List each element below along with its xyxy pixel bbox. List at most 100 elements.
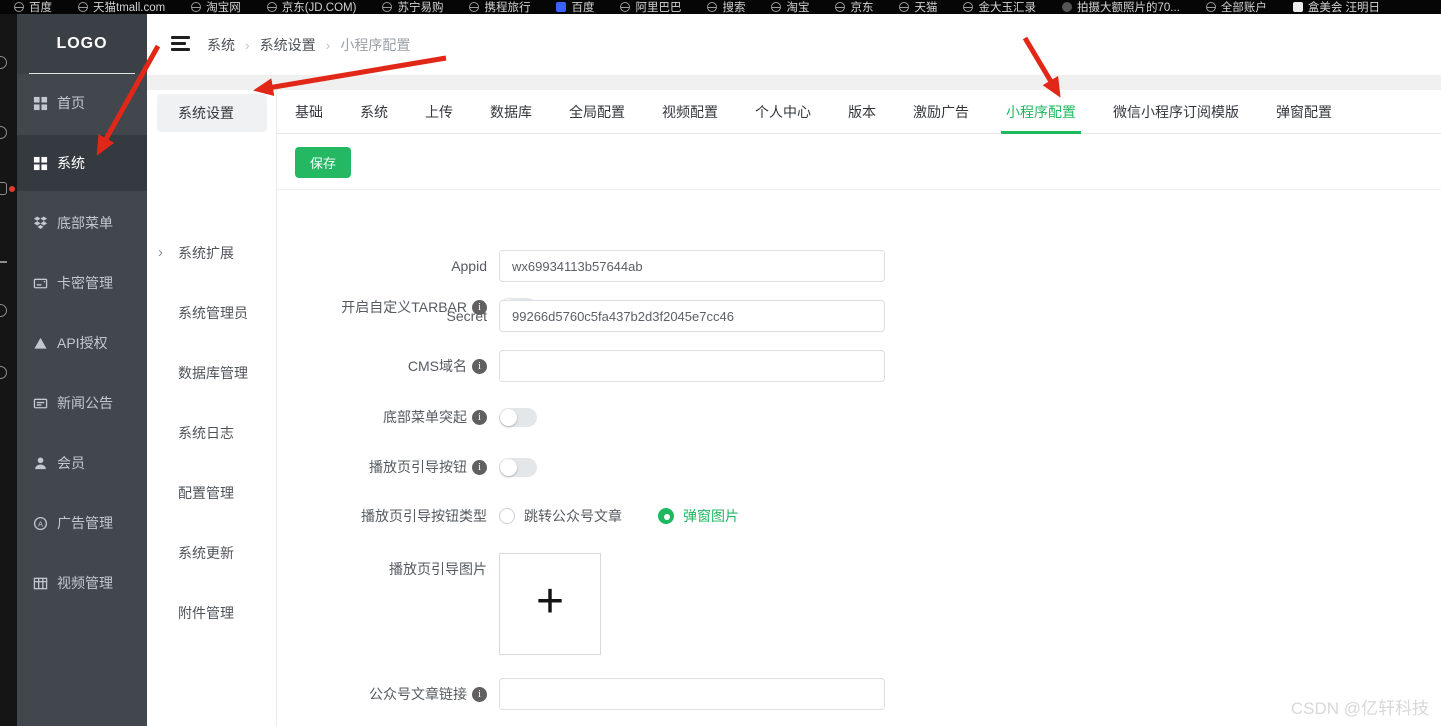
upload-image-box[interactable]: + xyxy=(499,553,601,655)
tab-wechat-subscribe-template[interactable]: 微信小程序订阅模版 xyxy=(1113,90,1239,134)
tab-system[interactable]: 系统 xyxy=(360,90,388,134)
bookmark-item[interactable]: 搜索 xyxy=(707,0,745,14)
sidebar-item-label: 卡密管理 xyxy=(57,275,113,291)
submenu-item-system-settings[interactable]: 系统设置 xyxy=(157,94,267,132)
tab-popup-config[interactable]: 弹窗配置 xyxy=(1276,90,1332,134)
bookmark-label: 京东(JD.COM) xyxy=(281,2,357,14)
tab-database[interactable]: 数据库 xyxy=(490,90,532,134)
radio-popup-image[interactable] xyxy=(658,508,674,524)
bookmark-item[interactable]: 淘宝 xyxy=(771,0,809,14)
bookmark-item[interactable]: 淘宝网 xyxy=(191,0,241,14)
breadcrumb: 系统 › 系统设置 › 小程序配置 xyxy=(207,35,410,55)
plus-icon: + xyxy=(535,575,565,628)
radio-jump-article[interactable] xyxy=(499,508,515,524)
sidebar-item-label: 会员 xyxy=(57,455,85,471)
bookmark-item[interactable]: 携程旅行 xyxy=(469,0,530,14)
bookmark-item[interactable]: 百度 xyxy=(556,0,594,14)
bookmark-item[interactable]: 苏宁易购 xyxy=(382,0,443,14)
sidebar-item-api-auth[interactable]: API授权 xyxy=(17,315,147,371)
globe-icon xyxy=(771,2,782,12)
sidebar-item-label: 视频管理 xyxy=(57,575,113,591)
bookmark-item[interactable]: 阿里巴巴 xyxy=(620,0,681,14)
tab-upload[interactable]: 上传 xyxy=(425,90,453,134)
bookmark-label: 全部账户 xyxy=(1220,2,1267,14)
sidebar-item-home[interactable]: 首页 xyxy=(17,75,147,131)
admin-page: 百度 天猫tmall.com 淘宝网 京东(JD.COM) 苏宁易购 携程旅行 … xyxy=(0,0,1441,726)
app-logo: LOGO xyxy=(17,14,147,74)
form-row: Appid xyxy=(277,250,885,282)
bookmark-item[interactable]: 盒美会 汪明日 xyxy=(1292,0,1381,14)
sidebar-item-card-keys[interactable]: 卡密管理 xyxy=(17,255,147,311)
bookmark-label: 淘宝网 xyxy=(206,2,241,14)
submenu-item-attachments[interactable]: 附件管理 xyxy=(147,603,276,623)
submenu-item-system-extension[interactable]: › 系统扩展 xyxy=(147,243,276,263)
article-link-field[interactable] xyxy=(499,678,885,710)
bookmark-label: 盒美会 汪明日 xyxy=(1307,2,1381,14)
sidebar-item-label: 首页 xyxy=(57,95,85,111)
bookmark-item[interactable]: 天猫tmall.com xyxy=(78,0,165,14)
tab-reward-ads[interactable]: 激励广告 xyxy=(913,90,969,134)
sidebar-item-label: 底部菜单 xyxy=(57,215,113,231)
breadcrumb-system[interactable]: 系统 xyxy=(207,35,235,55)
form-row: 底部菜单突起 xyxy=(277,406,537,428)
tab-basic[interactable]: 基础 xyxy=(295,90,323,134)
submenu-item-system-logs[interactable]: 系统日志 xyxy=(147,423,276,443)
edge-strip xyxy=(0,14,17,726)
tab-video-config[interactable]: 视频配置 xyxy=(662,90,718,134)
sidebar-item-bottom-menu[interactable]: 底部菜单 xyxy=(17,195,147,251)
bookmark-label: 淘宝 xyxy=(786,2,810,14)
field-label: CMS域名 xyxy=(407,358,467,374)
tab-profile[interactable]: 个人中心 xyxy=(755,90,811,134)
form-row: 播放页引导按钮类型 跳转公众号文章 弹窗图片 xyxy=(277,507,739,525)
bookmark-item[interactable]: 金大玉汇录 xyxy=(963,0,1036,14)
tab-global-config[interactable]: 全局配置 xyxy=(569,90,625,134)
breadcrumb-separator: › xyxy=(245,37,250,53)
appid-field[interactable] xyxy=(499,250,885,282)
sidebar-item-label: 系统 xyxy=(57,155,85,171)
submenu-item-system-update[interactable]: 系统更新 xyxy=(147,543,276,563)
info-icon[interactable] xyxy=(472,409,487,425)
breadcrumb-current: 小程序配置 xyxy=(340,37,411,53)
info-icon[interactable] xyxy=(472,459,487,475)
play-guide-button-toggle[interactable] xyxy=(499,457,537,477)
bookmark-item[interactable]: 京东 xyxy=(835,0,873,14)
globe-icon xyxy=(707,2,718,12)
field-label: 播放页引导按钮类型 xyxy=(361,508,487,524)
divider xyxy=(277,189,1441,190)
info-icon[interactable] xyxy=(472,358,487,374)
bookmark-item[interactable]: 天猫 xyxy=(899,0,937,14)
save-button[interactable]: 保存 xyxy=(295,147,351,178)
tab-version[interactable]: 版本 xyxy=(848,90,876,134)
edge-icon-fragment xyxy=(0,366,7,379)
submenu-item-config[interactable]: 配置管理 xyxy=(147,483,276,503)
submenu-item-database[interactable]: 数据库管理 xyxy=(147,363,276,383)
dark-circle-icon xyxy=(1061,2,1072,12)
radio-label[interactable]: 弹窗图片 xyxy=(683,506,739,526)
bottom-menu-raised-toggle[interactable] xyxy=(499,407,537,427)
cms-domain-field[interactable] xyxy=(499,350,885,382)
sidebar-item-videos[interactable]: 视频管理 xyxy=(17,555,147,611)
bookmark-label: 天猫 xyxy=(914,2,938,14)
bookmark-item[interactable]: 拍摄大额照片的70... xyxy=(1061,0,1180,14)
bookmark-item[interactable]: 京东(JD.COM) xyxy=(266,0,357,14)
sidebar-item-news[interactable]: 新闻公告 xyxy=(17,375,147,431)
globe-icon xyxy=(963,2,974,12)
bookmark-label: 天猫tmall.com xyxy=(93,2,166,14)
tab-miniprogram-config[interactable]: 小程序配置 xyxy=(1001,90,1081,134)
menu-collapse-icon[interactable] xyxy=(171,36,190,51)
globe-icon xyxy=(835,2,846,12)
bookmark-item[interactable]: 全部账户 xyxy=(1205,0,1267,14)
bookmark-item[interactable]: 百度 xyxy=(14,0,52,14)
info-icon[interactable] xyxy=(472,686,487,702)
secret-field[interactable] xyxy=(499,300,885,332)
sidebar-item-system[interactable]: 系统 xyxy=(17,135,147,191)
radio-label[interactable]: 跳转公众号文章 xyxy=(524,506,622,526)
submenu-item-system-admins[interactable]: 系统管理员 xyxy=(147,303,276,323)
breadcrumb-system-settings[interactable]: 系统设置 xyxy=(260,35,316,55)
globe-icon xyxy=(14,2,24,12)
form-row: CMS域名 xyxy=(277,350,885,382)
browser-bookmarks-bar: 百度 天猫tmall.com 淘宝网 京东(JD.COM) 苏宁易购 携程旅行 … xyxy=(0,0,1441,14)
sidebar-item-members[interactable]: 会员 xyxy=(17,435,147,491)
sidebar-item-ads[interactable]: A 广告管理 xyxy=(17,495,147,551)
edge-icon-fragment xyxy=(0,126,7,139)
